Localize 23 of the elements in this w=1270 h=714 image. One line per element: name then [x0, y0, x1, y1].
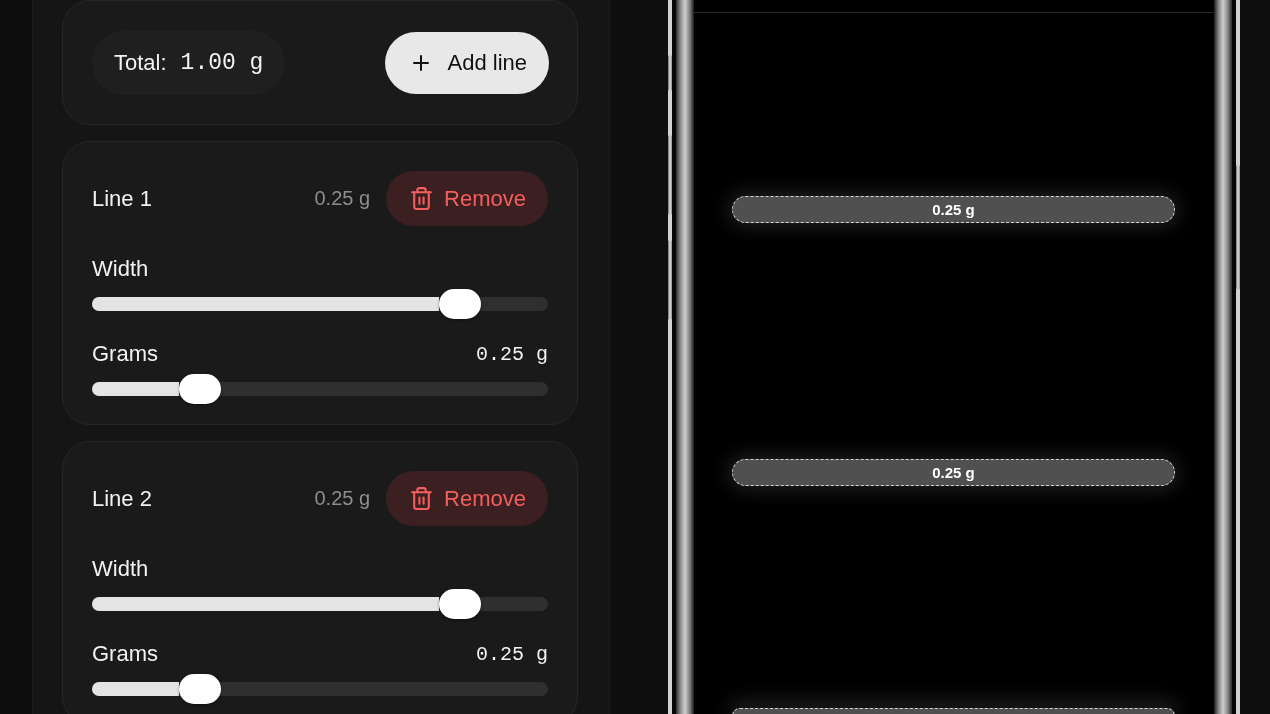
- line-weight: 0.25 g: [314, 187, 371, 210]
- slider-thumb[interactable]: [438, 589, 481, 619]
- slider-value: 0.25 g: [476, 342, 548, 366]
- trash-icon: [409, 186, 435, 211]
- total-value: 1.00 g: [180, 50, 264, 76]
- slider-label: Width: [92, 256, 149, 282]
- line-weight: 0.25 g: [314, 487, 371, 510]
- weight-tag: 0.25 g: [732, 459, 1175, 486]
- line-title: Line 1: [92, 185, 153, 212]
- remove-button[interactable]: Remove: [386, 471, 548, 526]
- remove-button[interactable]: Remove: [386, 171, 548, 226]
- line-title: Line 2: [92, 485, 153, 512]
- slider-thumb[interactable]: [178, 674, 221, 704]
- slider-thumb[interactable]: [178, 374, 221, 404]
- slider-label: Grams: [92, 641, 158, 667]
- weight-tag: 0.25 g: [732, 196, 1175, 223]
- total-label: Total:: [114, 50, 167, 76]
- slider-label: Grams: [92, 341, 158, 367]
- trash-icon: [409, 486, 435, 511]
- add-line-button[interactable]: Add line: [385, 32, 549, 94]
- slider-value: 0.25 g: [476, 642, 548, 666]
- slider-thumb[interactable]: [438, 289, 481, 319]
- slider-label: Width: [92, 556, 149, 582]
